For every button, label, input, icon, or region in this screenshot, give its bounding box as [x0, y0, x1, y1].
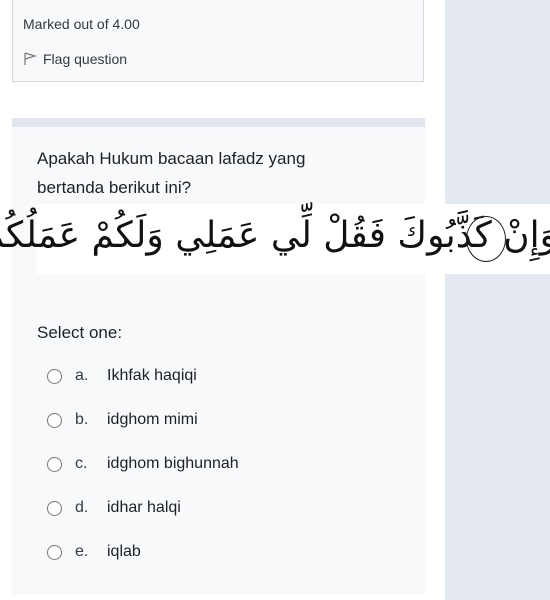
marked-out-text: Marked out of 4.00 [23, 16, 140, 32]
option-d[interactable]: d. idhar halqi [47, 499, 181, 517]
radio-button[interactable] [47, 456, 62, 472]
option-text: idhar halqi [107, 499, 181, 516]
option-text: Ikhfak haqiqi [107, 367, 197, 384]
radio-button[interactable] [47, 544, 62, 560]
highlight-circle [466, 216, 506, 262]
option-letter: c. [75, 455, 88, 472]
flag-question-label: Flag question [43, 51, 128, 67]
option-letter: d. [75, 499, 89, 516]
flag-question-button[interactable]: Flag question [23, 51, 127, 67]
select-one-label: Select one: [37, 323, 123, 342]
option-c[interactable]: c. idghom bighunnah [47, 455, 239, 473]
question-info-card: Marked out of 4.00 Flag question [12, 0, 424, 82]
option-letter: b. [75, 411, 89, 428]
question-text: Apakah Hukum bacaan lafadz yang bertanda… [37, 149, 306, 197]
arabic-verse-image: وَإِنْ كَذَّبُوكَ فَقُلْ لِّي عَمَلِي وَ… [0, 204, 550, 274]
option-letter: a. [75, 367, 89, 384]
radio-button[interactable] [47, 500, 62, 516]
option-e[interactable]: e. iqlab [47, 543, 141, 561]
option-text: idghom mimi [107, 411, 198, 428]
option-a[interactable]: a. Ikhfak haqiqi [47, 367, 197, 385]
option-text: idghom bighunnah [107, 455, 239, 472]
flag-icon [24, 52, 37, 65]
option-letter: e. [75, 543, 89, 560]
option-text: iqlab [107, 543, 141, 560]
right-sidebar [445, 0, 550, 600]
option-b[interactable]: b. idghom mimi [47, 411, 198, 429]
radio-button[interactable] [47, 368, 62, 384]
question-card: Apakah Hukum bacaan lafadz yang bertanda… [0, 118, 550, 595]
radio-button[interactable] [47, 412, 62, 428]
question-card-band [12, 118, 425, 127]
